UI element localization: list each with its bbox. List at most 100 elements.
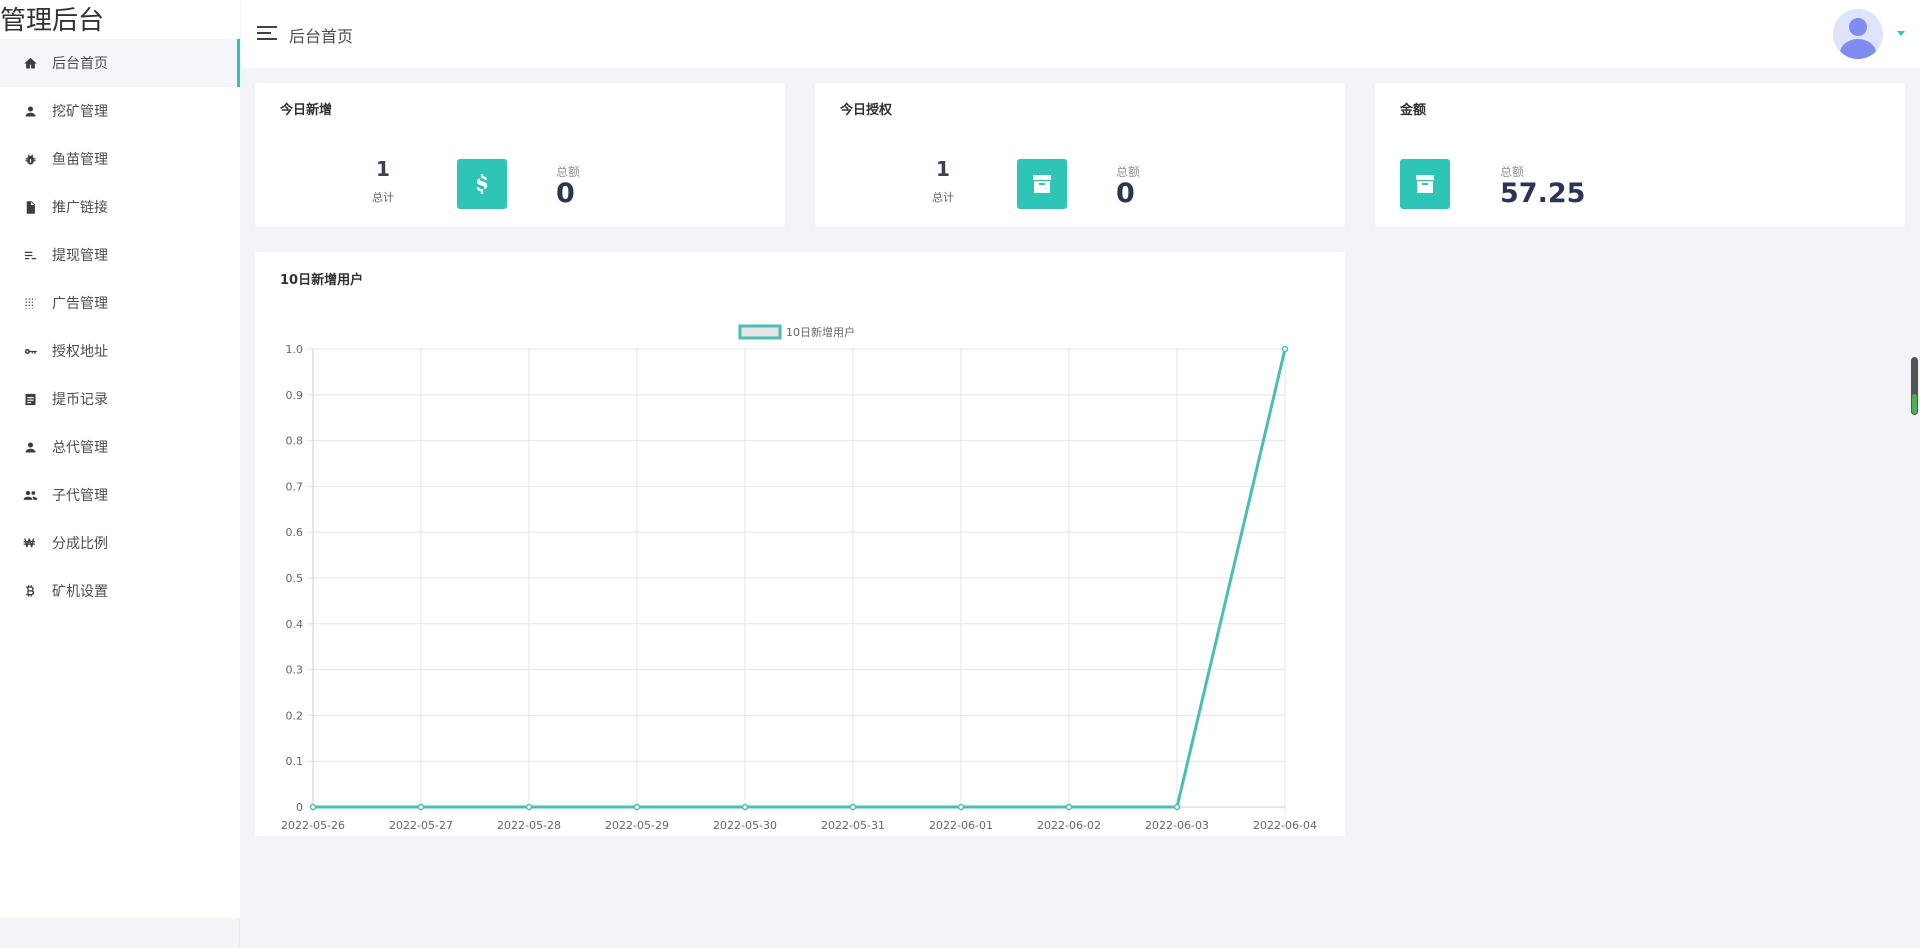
data-point bbox=[525, 803, 533, 811]
card-title: 今日新增 bbox=[280, 103, 333, 118]
x-tick-label: 2022-06-04 bbox=[1253, 819, 1317, 832]
sidebar-item-label: 后台首页 bbox=[52, 56, 108, 72]
x-tick-label: 2022-05-26 bbox=[281, 819, 345, 832]
x-tick-label: 2022-06-02 bbox=[1037, 819, 1101, 832]
y-tick-label: 0.8 bbox=[286, 435, 304, 448]
sidebar-item-label: 分成比例 bbox=[52, 536, 108, 552]
note-icon bbox=[22, 391, 38, 407]
x-tick-label: 2022-05-27 bbox=[389, 819, 453, 832]
chart-card: 10日新增用户 0 0.1 0.2 0.3 0.4 0.5 0.6 0.7 0.8 0.9 1.0 2… bbox=[255, 252, 1345, 836]
amount-value: 57.25 bbox=[1500, 178, 1586, 209]
data-point bbox=[1065, 803, 1073, 811]
y-tick-label: 0.2 bbox=[286, 709, 304, 722]
data-point bbox=[1281, 345, 1289, 353]
y-tick-label: 0.5 bbox=[286, 572, 304, 585]
data-point bbox=[957, 803, 965, 811]
legend-label: 10日新增用户 bbox=[786, 325, 855, 339]
user-icon bbox=[22, 439, 38, 455]
data-point bbox=[633, 803, 641, 811]
legend-swatch bbox=[738, 324, 782, 340]
x-tick-label: 2022-06-01 bbox=[929, 819, 993, 832]
bug-icon bbox=[22, 151, 38, 167]
sidebar-item-label: 授权地址 bbox=[52, 344, 108, 360]
sidebar-panel: 管理后台 后台首页挖矿管理鱼苗管理推广链接提现管理广告管理授权地址提币记录总代管… bbox=[0, 0, 240, 918]
archive-icon bbox=[1017, 159, 1067, 209]
grid-icon bbox=[22, 295, 38, 311]
document-icon bbox=[22, 199, 38, 215]
line-chart: 0 0.1 0.2 0.3 0.4 0.5 0.6 0.7 0.8 0.9 1.0 2022-05-2… bbox=[281, 324, 1317, 832]
y-tick-label: 0 bbox=[296, 801, 303, 814]
today-new-amount: 0 bbox=[556, 178, 575, 209]
card-amount: 金额 总额 57.25 bbox=[1375, 83, 1905, 227]
x-tick-label: 2022-05-31 bbox=[821, 819, 885, 832]
scroll-indicator[interactable] bbox=[1911, 357, 1918, 415]
sidebar-item[interactable]: 总代管理 bbox=[0, 423, 240, 471]
y-tick-label: 0.6 bbox=[286, 526, 304, 539]
sidebar-item-label: 提币记录 bbox=[52, 392, 108, 408]
x-tick-label: 2022-05-28 bbox=[497, 819, 561, 832]
sidebar: 管理后台 后台首页挖矿管理鱼苗管理推广链接提现管理广告管理授权地址提币记录总代管… bbox=[0, 0, 240, 948]
sidebar-item[interactable]: 后台首页 bbox=[0, 39, 240, 87]
y-tick-label: 1.0 bbox=[286, 343, 304, 356]
top-header: 后台首页 bbox=[241, 0, 1920, 68]
menu-toggle-icon[interactable] bbox=[257, 26, 277, 42]
card-today-auth: 今日授权 1 总计 总额 0 bbox=[815, 83, 1345, 227]
today-new-count-label: 总计 bbox=[372, 191, 394, 204]
avatar-body bbox=[1840, 39, 1876, 59]
sidebar-item[interactable]: 矿机设置 bbox=[0, 567, 240, 615]
sidebar-item-label: 提现管理 bbox=[52, 248, 108, 264]
today-auth-amount: 0 bbox=[1116, 178, 1135, 209]
caret-down-icon[interactable] bbox=[1897, 31, 1905, 36]
card-title: 今日授权 bbox=[840, 103, 893, 118]
won-icon bbox=[22, 535, 38, 551]
x-tick-label: 2022-05-30 bbox=[713, 819, 777, 832]
breadcrumb-current[interactable]: 后台首页 bbox=[289, 23, 353, 47]
data-point bbox=[741, 803, 749, 811]
card-title: 金额 bbox=[1400, 103, 1427, 118]
y-tick-label: 0.3 bbox=[286, 664, 304, 677]
card-today-new: 今日新增 1 总计 总额 0 bbox=[255, 83, 785, 227]
user-icon bbox=[22, 103, 38, 119]
data-point bbox=[849, 803, 857, 811]
sidebar-item-label: 总代管理 bbox=[52, 440, 108, 456]
x-tick-label: 2022-05-29 bbox=[605, 819, 669, 832]
sidebar-item[interactable]: 挖矿管理 bbox=[0, 87, 240, 135]
data-point bbox=[309, 803, 317, 811]
sidebar-item-label: 挖矿管理 bbox=[52, 104, 108, 120]
data-point bbox=[417, 803, 425, 811]
y-tick-label: 0.9 bbox=[286, 389, 304, 402]
sidebar-item-label: 广告管理 bbox=[52, 296, 108, 312]
today-new-count: 1 bbox=[376, 157, 390, 181]
sidebar-item-label: 鱼苗管理 bbox=[52, 152, 108, 168]
sidebar-item[interactable]: 提币记录 bbox=[0, 375, 240, 423]
sidebar-menu: 后台首页挖矿管理鱼苗管理推广链接提现管理广告管理授权地址提币记录总代管理子代管理… bbox=[0, 39, 240, 615]
today-auth-count-label: 总计 bbox=[932, 191, 954, 204]
y-tick-label: 0.1 bbox=[286, 755, 304, 768]
home-icon bbox=[22, 55, 38, 71]
brand-title: 管理后台 bbox=[0, 6, 105, 36]
scroll-indicator-fill bbox=[1912, 394, 1917, 414]
sidebar-item[interactable]: 授权地址 bbox=[0, 327, 240, 375]
y-tick-label: 0.4 bbox=[286, 618, 304, 631]
today-auth-count: 1 bbox=[936, 157, 950, 181]
sidebar-item-label: 子代管理 bbox=[52, 488, 108, 504]
sidebar-item[interactable]: 子代管理 bbox=[0, 471, 240, 519]
data-point bbox=[1173, 803, 1181, 811]
sidebar-item[interactable]: 推广链接 bbox=[0, 183, 240, 231]
x-tick-label: 2022-06-03 bbox=[1145, 819, 1209, 832]
dollar-icon bbox=[457, 159, 507, 209]
avatar[interactable] bbox=[1833, 9, 1883, 59]
sidebar-item-label: 推广链接 bbox=[52, 200, 108, 216]
bitcoin-icon bbox=[22, 583, 38, 599]
sidebar-item[interactable]: 广告管理 bbox=[0, 279, 240, 327]
list-icon bbox=[22, 247, 38, 263]
users-icon bbox=[22, 487, 38, 503]
avatar-head bbox=[1849, 18, 1867, 36]
archive-icon bbox=[1400, 159, 1450, 209]
key-icon bbox=[22, 343, 38, 359]
sidebar-item[interactable]: 分成比例 bbox=[0, 519, 240, 567]
sidebar-item[interactable]: 鱼苗管理 bbox=[0, 135, 240, 183]
sidebar-item[interactable]: 提现管理 bbox=[0, 231, 240, 279]
sidebar-item-label: 矿机设置 bbox=[52, 584, 108, 600]
y-tick-label: 0.7 bbox=[286, 480, 304, 493]
